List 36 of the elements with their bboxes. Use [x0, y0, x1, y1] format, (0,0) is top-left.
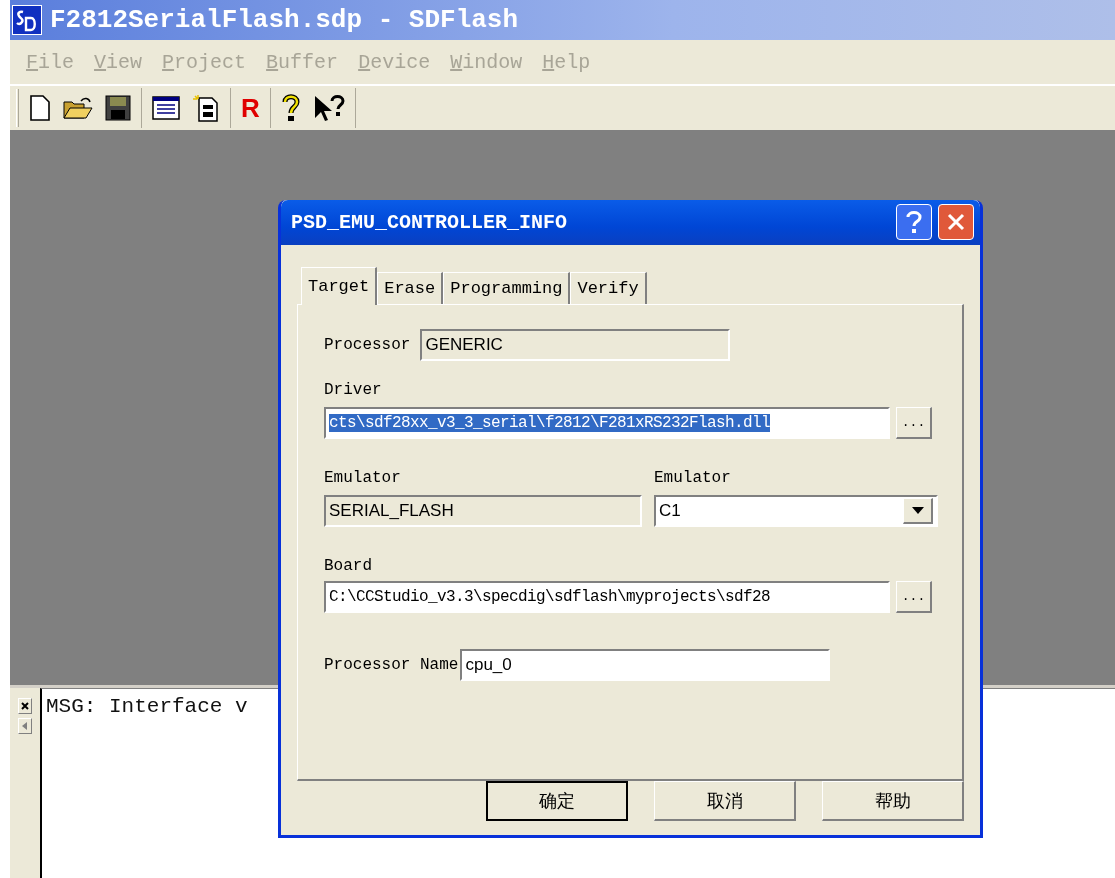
help-icon[interactable] — [280, 94, 301, 122]
tab[interactable]: Verify — [570, 271, 647, 304]
new-file-icon[interactable] — [29, 95, 51, 121]
emulator-dropdown[interactable]: C1 — [654, 494, 938, 527]
open-folder-icon[interactable] — [63, 96, 93, 120]
board-field[interactable]: C:\CCStudio_v3.3\specdig\sdflash\myprojects\sdf28 — [324, 580, 890, 613]
field-label: Board — [324, 556, 373, 575]
tab[interactable]: Target — [301, 266, 378, 305]
processor-field[interactable]: GENERIC — [420, 328, 731, 361]
processor-name-field[interactable]: cpu_0 — [460, 648, 831, 681]
dialog-button[interactable]: 帮助 — [822, 781, 964, 821]
field-label: Emulator — [324, 468, 402, 487]
list-window-icon[interactable] — [152, 96, 180, 120]
reset-button[interactable]: R — [241, 92, 260, 124]
emulator-field[interactable]: SERIAL_FLASH — [324, 494, 642, 527]
app-icon — [12, 5, 42, 35]
field-label: Processor Name — [324, 655, 459, 674]
help-icon[interactable] — [896, 204, 932, 241]
dialog-button[interactable]: 确定 — [486, 781, 628, 821]
window-title: F2812SerialFlash.sdp - SDFlash — [50, 5, 519, 35]
tab[interactable]: Erase — [377, 271, 444, 304]
dialog-button[interactable]: 取消 — [654, 781, 796, 821]
output-line: MSG: Interface v — [46, 695, 249, 718]
browse-button[interactable]: ... — [896, 406, 932, 439]
close-icon[interactable] — [18, 698, 32, 714]
dialog-title: PSD_EMU_CONTROLLER_INFO — [291, 210, 569, 234]
binary-file-icon[interactable] — [192, 94, 220, 122]
pointer-help-icon[interactable] — [312, 94, 345, 122]
field-label: Driver — [324, 380, 383, 399]
driver-field[interactable]: cts\sdf28xx_v3_3_serial\f2812\F281xRS232Flash.dll — [324, 406, 890, 439]
field-label: Emulator — [654, 468, 732, 487]
browse-button[interactable]: ... — [896, 580, 932, 613]
tab[interactable]: Programming — [443, 271, 571, 304]
close-icon[interactable] — [938, 204, 974, 241]
scroll-left-icon[interactable] — [18, 718, 32, 734]
field-label: Processor — [324, 335, 411, 354]
